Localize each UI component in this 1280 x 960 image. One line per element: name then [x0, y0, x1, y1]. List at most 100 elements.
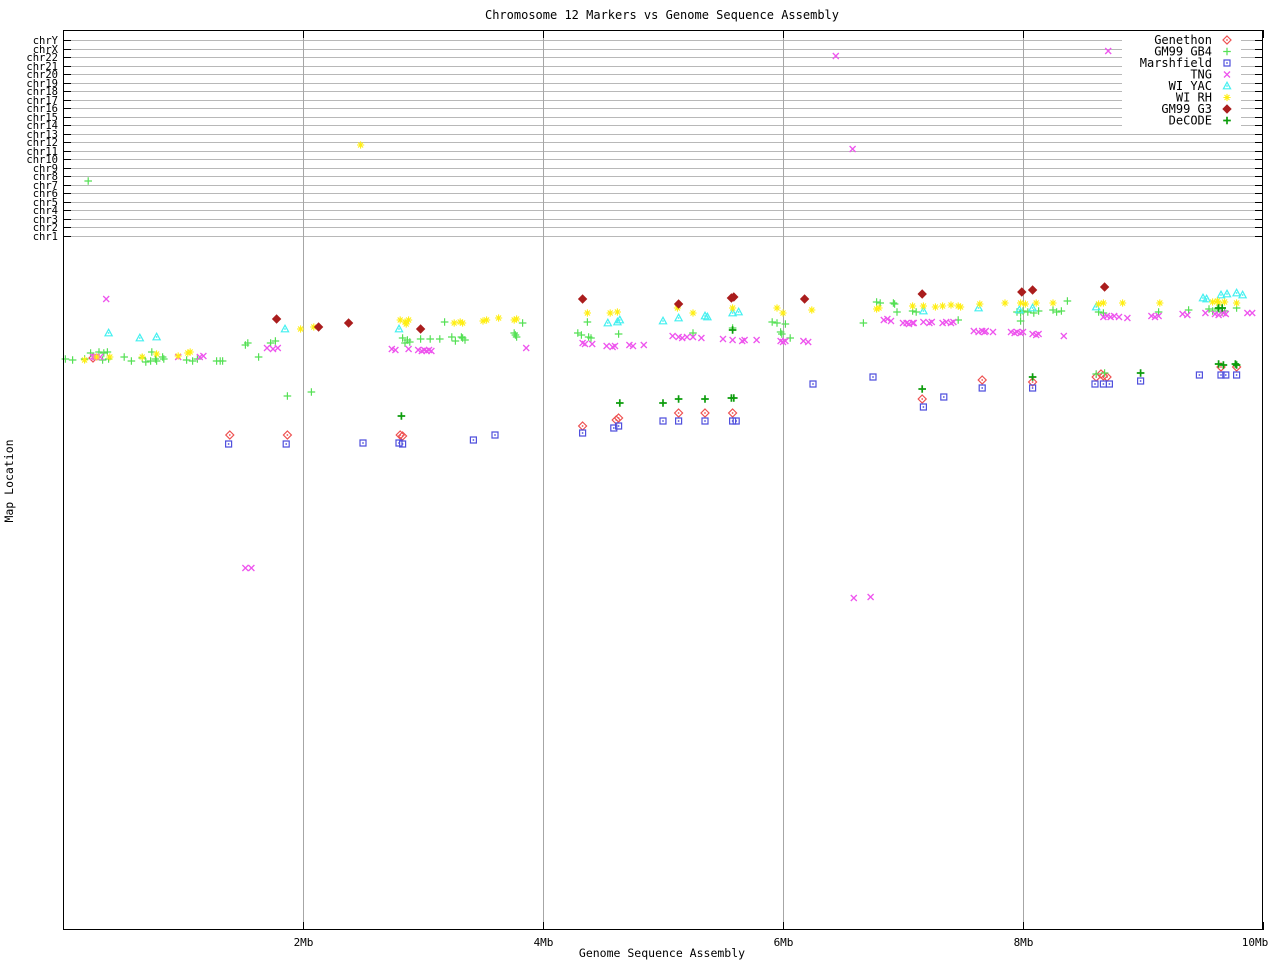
marker-gm99-gb4: [426, 335, 434, 343]
marker-marshfield: [1102, 383, 1105, 385]
marker-gm99-g3: [577, 294, 588, 304]
marker-marshfield: [812, 383, 814, 385]
marker-tng: [919, 318, 927, 326]
marker-gm99-gb4: [689, 329, 697, 337]
marker-wi-rh: [1049, 299, 1057, 307]
marker-wi-yac: [1241, 294, 1244, 296]
marker-gm99-g3: [799, 294, 810, 304]
marker-wi-rh: [689, 309, 697, 317]
marker-tng: [247, 564, 255, 572]
marker-tng: [1060, 332, 1068, 340]
marker-gm99-gb4: [254, 353, 263, 361]
marker-gm99-gb4: [160, 355, 168, 363]
marker-decode: [1136, 369, 1145, 377]
marker-tng: [683, 333, 691, 341]
marker-marshfield: [662, 420, 664, 422]
marker-gm99-gb4: [436, 335, 444, 343]
marker-tng: [241, 564, 249, 572]
marker-tng: [1123, 314, 1131, 322]
y-axis-title: Map Location: [2, 439, 16, 522]
marker-wi-yac: [1018, 309, 1021, 311]
marker-gm99-gb4: [893, 308, 901, 316]
marker-wi-yac: [618, 319, 621, 321]
marker-gm99-gb4: [451, 337, 460, 345]
marker-genethon: [1106, 376, 1108, 378]
marker-decode: [674, 395, 683, 403]
marker-tng: [1115, 313, 1123, 321]
marker-gm99-g3: [1017, 287, 1027, 297]
marker-tng: [274, 344, 282, 352]
marker-gm99-gb4: [283, 392, 292, 400]
marker-gm99-gb4: [778, 330, 786, 338]
marker-tng: [719, 335, 727, 343]
marker-gm99-gb4: [448, 333, 456, 341]
marker-wi-yac: [1202, 297, 1204, 299]
marker-gm99-gb4: [518, 319, 527, 327]
marker-wi-rh: [729, 304, 737, 312]
marker-tng: [753, 336, 761, 344]
marker-wi-rh: [583, 309, 591, 317]
marker-marshfield: [581, 432, 584, 434]
marker-wi-rh: [138, 353, 146, 361]
marker-marshfield: [612, 427, 615, 429]
legend-marker: [1226, 39, 1228, 41]
marker-genethon: [581, 425, 584, 427]
marker-wi-yac: [107, 332, 110, 334]
marker-gm99-gb4: [583, 318, 592, 326]
marker-genethon: [731, 412, 734, 414]
marker-gm99-gb4: [271, 337, 280, 345]
marker-gm99-gb4: [182, 356, 191, 364]
marker-gm99-gb4: [614, 330, 623, 338]
marker-wi-rh: [947, 301, 955, 309]
marker-gm99-gb4: [768, 318, 776, 326]
marker-decode: [616, 399, 624, 407]
marker-marshfield: [472, 439, 475, 441]
marker-wi-rh: [174, 352, 182, 360]
marker-marshfield: [227, 443, 230, 445]
marker-marshfield: [1031, 387, 1034, 389]
marker-marshfield: [1235, 374, 1238, 376]
x-tick-label: 2Mb: [294, 936, 314, 949]
marker-marshfield: [1198, 374, 1201, 376]
marker-wi-yac: [155, 336, 158, 338]
marker-decode: [701, 395, 709, 403]
marker-marshfield: [872, 376, 874, 378]
marker-wi-yac: [1235, 292, 1238, 294]
marker-gm99-gb4: [152, 357, 161, 365]
marker-wi-rh: [909, 302, 917, 310]
marker-tng: [405, 345, 413, 353]
marker-gm99-gb4: [1154, 308, 1163, 316]
marker-gm99-gb4: [120, 353, 128, 361]
marker-wi-yac: [1031, 307, 1034, 309]
marker-gm99-g3: [313, 322, 324, 332]
marker-wi-yac: [737, 311, 740, 313]
marker-tng: [804, 338, 812, 346]
marker-genethon: [677, 412, 680, 414]
marker-marshfield: [1108, 383, 1111, 385]
marker-gm99-gb4: [889, 299, 898, 307]
legend-marker: [1226, 62, 1228, 64]
marker-gm99-gb4: [511, 331, 520, 339]
marker-gm99-gb4: [859, 319, 868, 327]
marker-gm99-gb4: [1057, 307, 1066, 315]
marker-gm99-gb4: [773, 319, 781, 327]
marker-gm99-gb4: [127, 357, 136, 365]
marker-marshfield: [677, 420, 680, 422]
marker-tng: [102, 295, 110, 303]
marker-wi-rh: [606, 309, 614, 317]
marker-gm99-g3: [1027, 285, 1038, 295]
marker-gm99-gb4: [416, 335, 425, 343]
marker-wi-yac: [662, 320, 664, 322]
chromosome-tick-label: chr1: [33, 231, 58, 243]
marker-wi-rh: [1156, 299, 1164, 307]
marker-decode: [1028, 373, 1037, 381]
x-axis-title: Genome Sequence Assembly: [579, 946, 745, 960]
marker-wi-rh: [1233, 299, 1241, 307]
marker-wi-yac: [1205, 298, 1208, 300]
marker-marshfield: [942, 396, 945, 398]
marker-marshfield: [494, 434, 496, 436]
marker-genethon: [401, 435, 404, 437]
marker-gm99-gb4: [142, 358, 150, 366]
marker-tng: [729, 336, 737, 344]
gnuplot-chart-window: Genethon GM99 GB4 Marshfield TNG WI YAC WI RH…: [0, 0, 1280, 960]
